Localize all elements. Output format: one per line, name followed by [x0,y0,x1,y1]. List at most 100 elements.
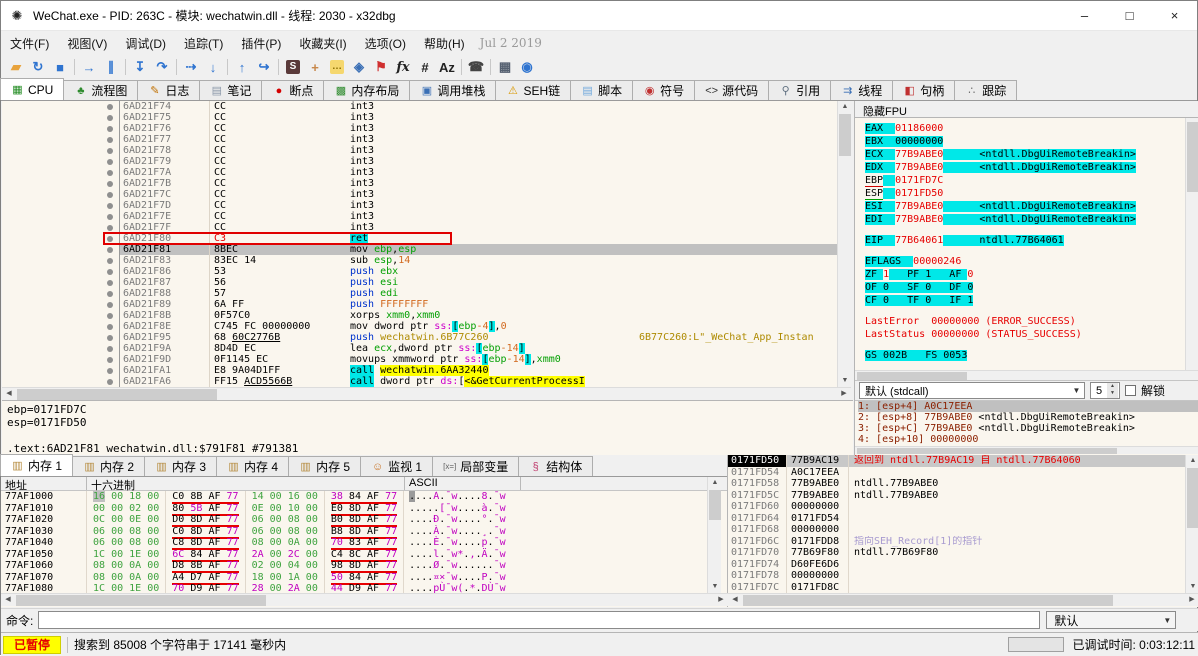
breakpoint-dot-icon[interactable] [102,101,120,112]
breakpoint-dot-icon[interactable] [102,145,120,156]
register-line[interactable] [865,341,1198,349]
disasm-row[interactable]: 6AD21F9568 60C2776Bpush wechatwin.6B77C2… [2,332,837,343]
breakpoint-dot-icon[interactable] [102,277,120,288]
breakpoint-dot-icon[interactable] [102,288,120,299]
arg-row[interactable]: 3: [esp+C] 77B9ABE0 <ntdll.DbgUiRemoteBr… [858,423,1198,434]
disasm-row[interactable]: 6AD21F7DCCint3 [2,200,837,211]
disasm-horizontal-scrollbar[interactable] [2,387,851,400]
register-line[interactable]: ZF 1 PF 1 AF 0 [865,268,1198,281]
tab-threads[interactable]: ⇉线程 [830,80,893,100]
tab-callstack[interactable]: ▣调用堆栈 [409,80,496,100]
restart-icon[interactable]: ↻ [27,57,49,77]
disasm-row[interactable]: 6AD21FA6FF15 ACD5566Bcall dword ptr ds:[… [2,376,837,387]
patch-icon[interactable]: + [304,57,326,77]
breakpoint-dot-icon[interactable] [102,266,120,277]
disasm-row[interactable]: 6AD21F818BECmov ebp,esp [2,244,837,255]
functions-icon[interactable]: fx [392,57,414,77]
menu-item-3[interactable]: 调试(D) [116,33,175,54]
globe-icon[interactable]: ◉ [516,57,538,77]
disasm-vertical-scrollbar[interactable] [837,101,851,387]
stack-row[interactable]: 0171FD7800000000 [728,570,1198,582]
breakpoint-dot-icon[interactable] [102,178,120,189]
arg-depth-spinner[interactable]: 5 [1090,382,1120,399]
stack-vertical-scrollbar[interactable] [1185,455,1198,593]
stack-row[interactable]: 0171FD5077B9AC19返回到 ntdll.77B9AC19 自 ntd… [728,455,1198,467]
minimize-button[interactable]: – [1062,1,1107,30]
scroll-down-icon[interactable] [708,581,722,593]
tab-locals[interactable]: [x=]局部变量 [432,456,519,476]
maximize-button[interactable]: □ [1107,1,1152,30]
scroll-right-icon[interactable] [714,594,728,606]
command-input[interactable] [38,611,1040,629]
disassembly-view[interactable]: 6AD21F74CCint36AD21F75CCint36AD21F76CCin… [2,101,837,387]
breakpoint-dot-icon[interactable] [102,112,120,123]
tab-script[interactable]: ▤脚本 [570,80,633,100]
disasm-row[interactable]: 6AD21F8653push ebx [2,266,837,277]
arg-row[interactable]: 2: [esp+8] 77B9ABE0 <ntdll.DbgUiRemoteBr… [858,412,1198,423]
scroll-up-icon[interactable] [708,477,722,489]
scroll-left-icon[interactable] [728,594,742,606]
scroll-down-icon[interactable] [1186,581,1198,593]
breakpoint-dot-icon[interactable] [102,376,120,387]
breakpoint-dot-icon[interactable] [102,189,120,200]
disasm-row[interactable]: 6AD21F76CCint3 [2,123,837,134]
register-line[interactable] [865,307,1198,315]
call-arguments-view[interactable]: 1: [esp+4] A0C17EEA2: [esp+8] 77B9ABE0 <… [855,400,1198,446]
strings-icon[interactable]: Az [436,57,458,77]
register-line[interactable]: ESI 77B9ABE0 <ntdll.DbgUiRemoteBreakin> [865,200,1198,213]
scroll-down-icon[interactable] [838,375,852,387]
register-line[interactable]: EIP 77B64061 ntdll.77B64061 [865,234,1198,247]
disasm-row[interactable]: 6AD21F7ECCint3 [2,211,837,222]
stack-row[interactable]: 0171FD7077B69F80ntdll.77B69F80 [728,547,1198,559]
breakpoint-dot-icon[interactable] [102,200,120,211]
stack-row[interactable]: 0171FD6800000000 [728,524,1198,536]
scroll-up-icon[interactable] [838,101,852,113]
disasm-row[interactable]: 6AD21F80C3ret [2,233,837,244]
menu-item-1[interactable]: 文件(F) [1,33,58,54]
scroll-right-icon[interactable] [837,388,851,400]
breakpoint-dot-icon[interactable] [102,354,120,365]
dump-row[interactable]: 77AF107008 00 0A 00A4 D7 AF 7718 00 1A 0… [1,572,727,584]
disasm-row[interactable]: 6AD21F75CCint3 [2,112,837,123]
stack-row[interactable]: 0171FD54A0C17EEA [728,467,1198,479]
execute-till-return-icon[interactable]: ↑ [231,57,253,77]
tab-dump-5[interactable]: ▥内存 5 [288,456,361,476]
arg-row[interactable]: 4: [esp+10] 00000000 [858,434,1198,445]
pause-icon[interactable]: ∥ [100,57,122,77]
scroll-left-icon[interactable] [2,388,16,400]
menu-item-6[interactable]: 收藏夹(I) [290,33,355,54]
disasm-row[interactable]: 6AD21F79CCint3 [2,156,837,167]
disasm-row[interactable]: 6AD21F7BCCint3 [2,178,837,189]
disasm-row[interactable]: 6AD21F8383EC 14sub esp,14 [2,255,837,266]
register-line[interactable]: EAX 01186000 [865,122,1198,135]
dump-row[interactable]: 77AF104006 00 08 00C8 8D AF 7708 00 0A 0… [1,537,727,549]
chevron-down-icon[interactable] [1069,386,1084,395]
close-button[interactable]: × [1152,1,1197,30]
breakpoint-dot-icon[interactable] [102,310,120,321]
register-line[interactable] [865,247,1198,255]
tab-handles[interactable]: ◧句柄 [892,80,955,100]
hash-icon[interactable]: # [414,57,436,77]
breakpoint-dot-icon[interactable] [102,255,120,266]
register-line[interactable]: LastStatus 00000000 (STATUS_SUCCESS) [865,328,1198,341]
comments-icon[interactable]: … [326,57,348,77]
disasm-row[interactable]: 6AD21F9A8D4D EClea ecx,dword ptr ss:[ebp… [2,343,837,354]
menu-item-7[interactable]: 选项(O) [356,33,415,54]
tab-graph[interactable]: ♣流程图 [63,80,138,100]
register-line[interactable]: EFLAGS 00000246 [865,255,1198,268]
tab-notes[interactable]: ▤笔记 [199,80,262,100]
dump-row[interactable]: 77AF10501C 00 1E 006C 84 AF 772A 00 2C 0… [1,549,727,561]
register-line[interactable]: OF 0 SF 0 DF 0 [865,281,1198,294]
tab-breakpoints[interactable]: ●断点 [261,80,324,100]
breakpoint-dot-icon[interactable] [102,321,120,332]
breakpoint-dot-icon[interactable] [102,134,120,145]
breakpoint-dot-icon[interactable] [102,211,120,222]
disasm-row[interactable]: 6AD21F7ACCint3 [2,167,837,178]
bookmarks-icon[interactable]: ⚑ [370,57,392,77]
breakpoint-dot-icon[interactable] [102,332,120,343]
register-line[interactable]: EBP 0171FD7C [865,174,1198,187]
menu-item-4[interactable]: 追踪(T) [175,33,232,54]
breakpoint-dot-icon[interactable] [102,299,120,310]
scroll-left-icon[interactable] [1,594,15,606]
scroll-up-icon[interactable] [1186,455,1198,467]
